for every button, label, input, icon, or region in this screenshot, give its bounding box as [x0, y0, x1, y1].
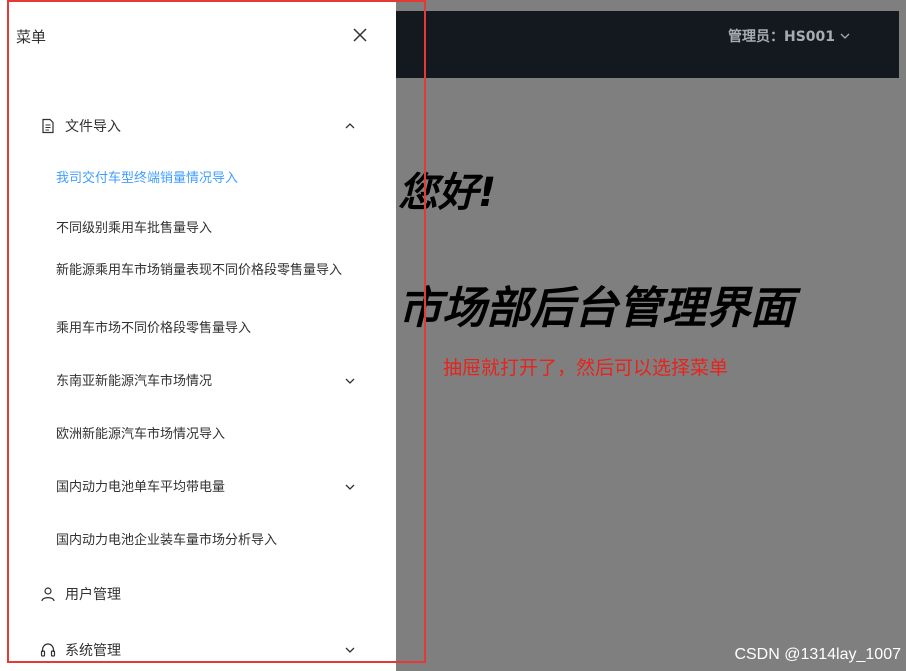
chevron-down-icon: [345, 378, 355, 384]
document-icon: [42, 118, 54, 134]
submenu-item[interactable]: 乘用车市场不同价格段零售量导入: [56, 320, 356, 337]
submenu-item[interactable]: 欧洲新能源汽车市场情况导入: [56, 426, 356, 443]
submenu-item[interactable]: 国内动力电池单车平均带电量: [56, 479, 356, 496]
chevron-down-icon: [345, 484, 355, 490]
page-title: 市场部后台管理界面: [398, 283, 794, 334]
menu-item-file-import[interactable]: 文件导入: [0, 116, 396, 136]
greeting: 您好!: [398, 170, 497, 216]
menu-item-user-management[interactable]: 用户管理: [0, 584, 396, 604]
menu-label-file-import: 文件导入: [65, 119, 121, 135]
menu-item-system-management[interactable]: 系统管理: [0, 640, 396, 660]
headset-icon: [40, 643, 56, 657]
chevron-down-icon: [840, 33, 850, 39]
drawer-title: 菜单: [16, 28, 47, 46]
watermark: CSDN @1314lay_1007: [734, 646, 901, 663]
menu-label-user-management: 用户管理: [65, 587, 121, 603]
submenu-item[interactable]: 我司交付车型终端销量情况导入: [56, 170, 356, 187]
menu-label-system-management: 系统管理: [65, 643, 121, 659]
submenu-item[interactable]: 东南亚新能源汽车市场情况: [56, 373, 356, 390]
admin-label: 管理员：HS001: [728, 29, 836, 45]
user-icon: [41, 587, 55, 602]
submenu-item[interactable]: 新能源乘用车市场销量表现不同价格段零售量导入: [56, 262, 356, 279]
submenu-item[interactable]: 国内动力电池企业装车量市场分析导入: [56, 532, 356, 549]
close-icon[interactable]: [350, 25, 370, 45]
menu-drawer: 菜单 文件导入 我司交付车型终端销量情况导入 不同级别乘用车批售量导入 新能源乘…: [0, 0, 396, 671]
chevron-up-icon: [345, 123, 355, 129]
admin-dropdown[interactable]: 管理员：HS001: [728, 26, 851, 46]
chevron-down-icon: [345, 647, 355, 653]
annotation-text: 抽屉就打开了，然后可以选择菜单: [443, 357, 729, 379]
submenu-item[interactable]: 不同级别乘用车批售量导入: [56, 220, 356, 237]
